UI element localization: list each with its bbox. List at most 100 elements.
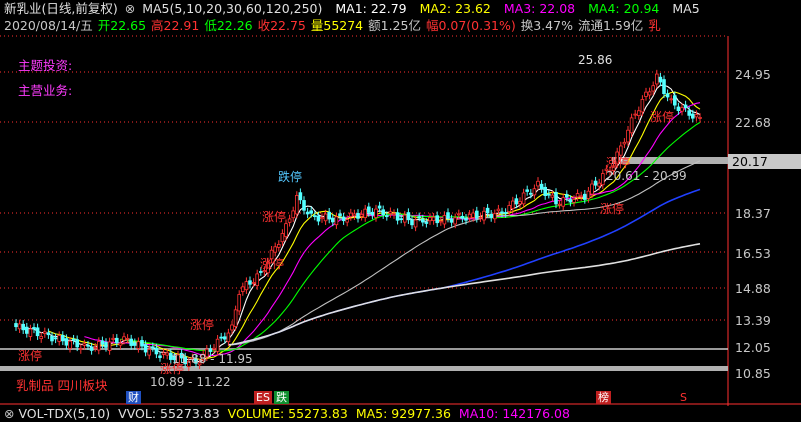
candle-body — [352, 213, 357, 217]
candle-body — [215, 338, 220, 352]
candle-body — [496, 208, 501, 212]
candle-body — [683, 104, 688, 109]
candle-body — [86, 344, 90, 347]
candle-body — [673, 95, 677, 106]
candle-body — [485, 207, 490, 214]
candle-body — [399, 218, 403, 221]
candle-body — [50, 335, 54, 342]
candle-body — [222, 336, 227, 340]
candle-body — [338, 213, 342, 217]
marker-fall[interactable]: 跌 — [274, 391, 289, 404]
candle-body — [219, 336, 224, 339]
candle-body — [100, 340, 105, 345]
candle-body — [316, 215, 321, 222]
candle-body — [244, 281, 249, 291]
candle-body — [550, 194, 555, 198]
candle-body — [75, 339, 80, 348]
candle-body — [291, 210, 295, 219]
candle-body — [597, 182, 601, 187]
candle-body — [395, 212, 400, 221]
business-label[interactable]: 主营业务: — [18, 80, 72, 99]
candle-body — [532, 188, 537, 196]
settings-icon-bottom[interactable]: ⊗ — [4, 406, 14, 421]
candle-body — [115, 337, 119, 344]
candle-body — [104, 342, 108, 348]
candle-body — [377, 205, 382, 209]
candle-body — [435, 215, 439, 224]
candle-body — [539, 183, 544, 189]
candle-body — [626, 129, 630, 143]
candle-body — [583, 193, 587, 200]
candle-body — [226, 332, 231, 343]
candle-body — [341, 216, 346, 222]
candle-body — [471, 212, 475, 218]
candle-body — [276, 244, 281, 248]
candle-body — [359, 214, 364, 217]
candle-body — [579, 195, 583, 198]
candle-body — [554, 192, 558, 205]
candle-body — [240, 286, 245, 292]
candle-body — [694, 114, 699, 118]
candle-body — [525, 189, 529, 192]
candle-body — [273, 246, 277, 253]
candle-body — [698, 117, 702, 119]
candle-body — [428, 217, 432, 222]
ma-line-2 — [48, 91, 701, 361]
candle-body — [93, 346, 98, 349]
range-label-3: 20.61 - 20.99 — [606, 169, 687, 183]
candle-body — [129, 338, 134, 346]
candle-body — [572, 199, 576, 203]
candle-body — [28, 328, 33, 337]
candle-body — [665, 93, 670, 98]
candle-body — [676, 106, 681, 111]
candle-body — [478, 216, 483, 219]
marker-financial[interactable]: 财 — [126, 391, 141, 404]
candle-body — [586, 190, 591, 199]
candle-body — [374, 208, 378, 218]
vol-label[interactable]: VOL-TDX(5,10) — [18, 406, 110, 421]
candle-body — [381, 209, 385, 216]
candle-body — [503, 212, 508, 214]
candle-body — [474, 210, 479, 219]
candle-body — [640, 99, 645, 113]
candle-body — [132, 342, 137, 346]
limit-up-label-1: 涨停 — [650, 110, 675, 124]
y-tick-8: 12.05 — [735, 340, 771, 355]
high-price-label: 25.86 — [578, 53, 613, 67]
ma-line-5 — [228, 160, 701, 346]
candle-body — [442, 215, 447, 225]
candle-body — [312, 215, 317, 218]
candle-body — [500, 211, 504, 214]
volume-value: VOLUME: 55273.83 — [227, 406, 348, 421]
candle-body — [302, 200, 306, 211]
limit-up-label-5: 涨停 — [260, 257, 285, 271]
candle-body — [561, 197, 565, 207]
candle-body — [356, 213, 360, 219]
candle-body — [687, 110, 691, 116]
marker-s[interactable]: S — [678, 391, 689, 404]
candle-body — [431, 216, 436, 221]
candle-body — [467, 213, 472, 219]
candle-body — [17, 323, 22, 330]
candle-body — [622, 141, 627, 145]
marker-es[interactable]: ES — [254, 391, 272, 404]
candle-body — [402, 214, 407, 223]
candle-body — [305, 211, 310, 215]
ma-line-1 — [15, 84, 701, 363]
marker-rank[interactable]: 榜 — [596, 391, 611, 404]
candle-body — [629, 117, 634, 134]
candle-body — [61, 334, 65, 342]
candle-body — [489, 213, 493, 218]
candle-body — [518, 201, 522, 205]
candle-body — [590, 183, 594, 195]
candle-body — [446, 212, 450, 219]
candle-body — [233, 309, 238, 327]
candle-body — [53, 337, 58, 340]
theme-label[interactable]: 主题投资: — [18, 55, 72, 74]
candle-body — [438, 220, 443, 223]
kline-chart[interactable] — [0, 0, 801, 422]
limit-up-label-6: 涨停 — [190, 318, 215, 332]
candle-body — [363, 208, 367, 218]
sector-label[interactable]: 乳制品 四川板块 — [16, 375, 107, 394]
candle-body — [64, 338, 69, 346]
